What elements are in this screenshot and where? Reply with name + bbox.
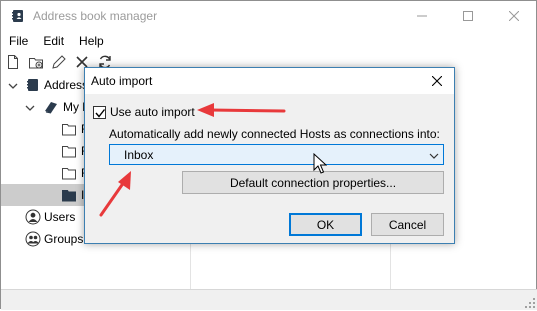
target-folder-select[interactable]: Inbox	[109, 144, 444, 165]
chevron-down-icon	[429, 150, 439, 160]
tree-item-label: Users	[44, 210, 76, 224]
use-auto-import-checkbox-row[interactable]: Use auto import	[93, 104, 195, 120]
title-bar: Address book manager	[1, 1, 536, 31]
status-bar	[1, 289, 537, 310]
new-folder-icon[interactable]	[28, 54, 44, 70]
maximize-button[interactable]	[445, 1, 491, 31]
resize-grip-icon[interactable]	[525, 297, 535, 308]
menu-bar: File Edit Help	[1, 32, 536, 52]
minimize-button[interactable]	[399, 1, 445, 31]
close-window-button[interactable]	[491, 1, 537, 31]
close-icon	[432, 76, 442, 86]
menu-file[interactable]: File	[1, 32, 35, 52]
address-book-app-icon	[10, 8, 26, 24]
ok-button[interactable]: OK	[289, 213, 362, 236]
close-icon	[509, 11, 519, 21]
maximize-icon	[463, 11, 473, 21]
cancel-button[interactable]: Cancel	[371, 213, 444, 236]
minimize-icon	[417, 15, 427, 17]
group-icon	[25, 231, 41, 247]
user-icon	[25, 209, 41, 225]
folder-icon	[61, 165, 77, 181]
target-description-label: Automatically add newly connected Hosts …	[109, 127, 440, 141]
menu-edit[interactable]: Edit	[35, 32, 71, 52]
dialog-title: Auto import	[91, 74, 153, 88]
tree-item-label: Groups	[44, 232, 84, 246]
menu-help[interactable]: Help	[71, 32, 111, 52]
dialog-title-bar: Auto import	[85, 68, 454, 94]
dialog-close-button[interactable]	[420, 68, 454, 94]
use-auto-import-checkbox[interactable]	[93, 105, 106, 119]
use-auto-import-label: Use auto import	[110, 105, 195, 119]
window-title: Address book manager	[33, 9, 158, 23]
chevron-down-icon[interactable]	[25, 102, 35, 112]
folder-icon	[61, 143, 77, 159]
select-value: Inbox	[124, 148, 154, 162]
checkmark-icon	[95, 108, 106, 118]
edit-pencil-icon[interactable]	[51, 54, 67, 70]
chevron-down-icon[interactable]	[8, 80, 18, 90]
address-book-icon	[25, 77, 41, 93]
book-icon	[43, 99, 59, 115]
folder-icon	[61, 121, 77, 137]
mouse-cursor-icon	[313, 152, 328, 175]
tree-item-label: Address	[44, 78, 89, 92]
folder-open-icon	[61, 187, 77, 203]
auto-import-dialog: Auto import Use auto import Automaticall…	[84, 67, 455, 244]
new-file-icon[interactable]	[5, 54, 21, 70]
